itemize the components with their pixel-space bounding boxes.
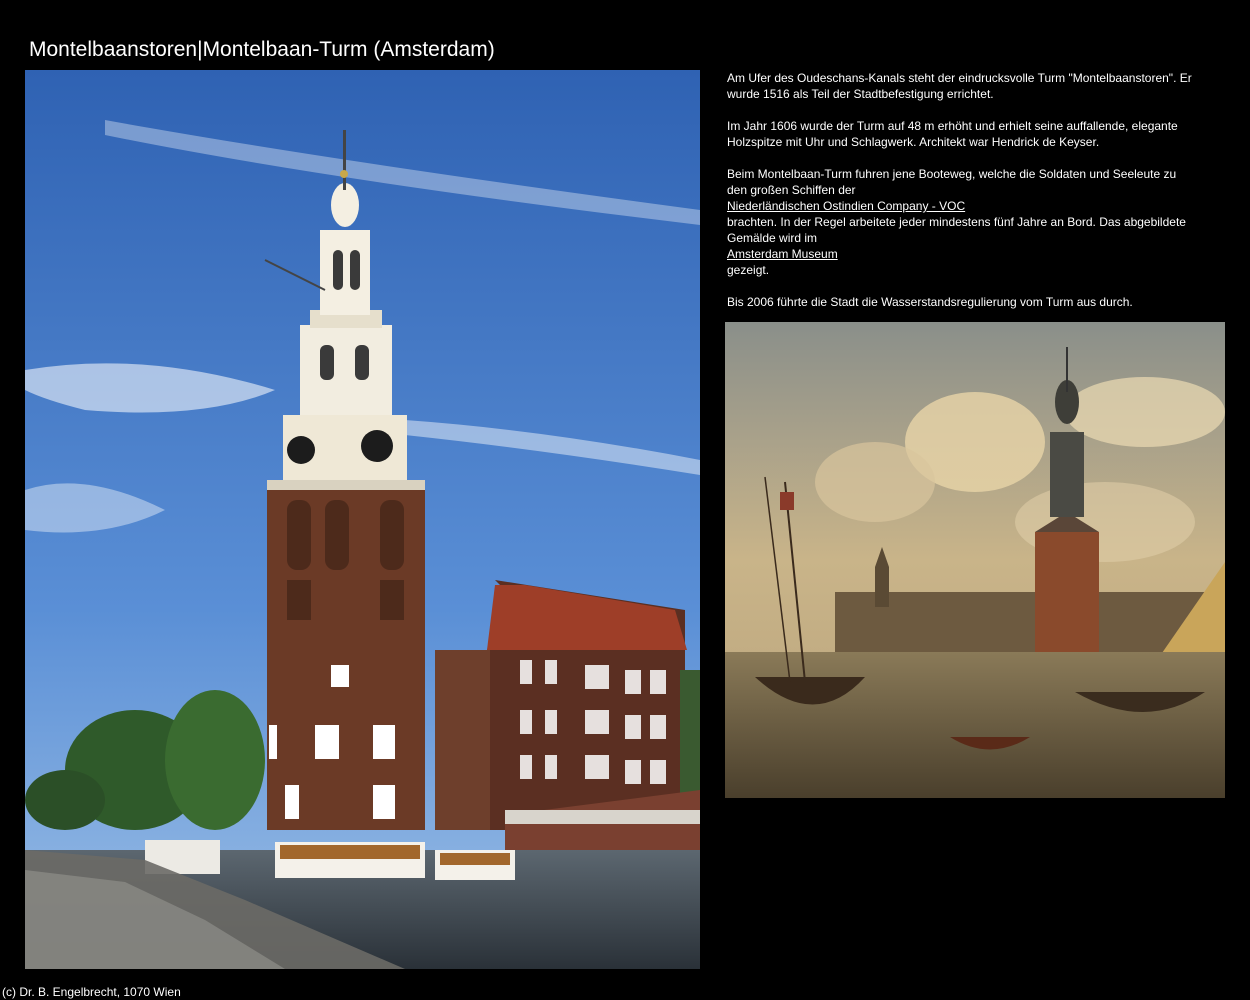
amsterdam-museum-link[interactable]: Amsterdam Museum <box>727 246 1197 262</box>
paragraph-voc: Beim Montelbaan-Turm fuhren jene Bootewe… <box>727 166 1197 278</box>
paragraph-water-level: Bis 2006 führte die Stadt die Wasserstan… <box>727 295 1133 309</box>
voc-intro-text: Beim Montelbaan-Turm fuhren jene Bootewe… <box>727 167 1177 197</box>
tower-photo <box>25 70 700 969</box>
historic-painting <box>725 322 1225 798</box>
page-title: Montelbaanstoren|Montelbaan-Turm (Amster… <box>29 38 495 62</box>
paragraph-history: Am Ufer des Oudeschans-Kanals steht der … <box>727 71 1192 101</box>
voc-middle-text: brachten. In der Regel arbeitete jeder m… <box>727 215 1186 245</box>
voc-end-text: gezeigt. <box>727 263 770 277</box>
description-text: Am Ufer des Oudeschans-Kanals steht der … <box>727 70 1197 326</box>
copyright-footer: (c) Dr. B. Engelbrecht, 1070 Wien <box>2 985 181 999</box>
voc-link[interactable]: Niederländischen Ostindien Company - VOC <box>727 198 1197 214</box>
paragraph-architecture: Im Jahr 1606 wurde der Turm auf 48 m erh… <box>727 119 1178 149</box>
